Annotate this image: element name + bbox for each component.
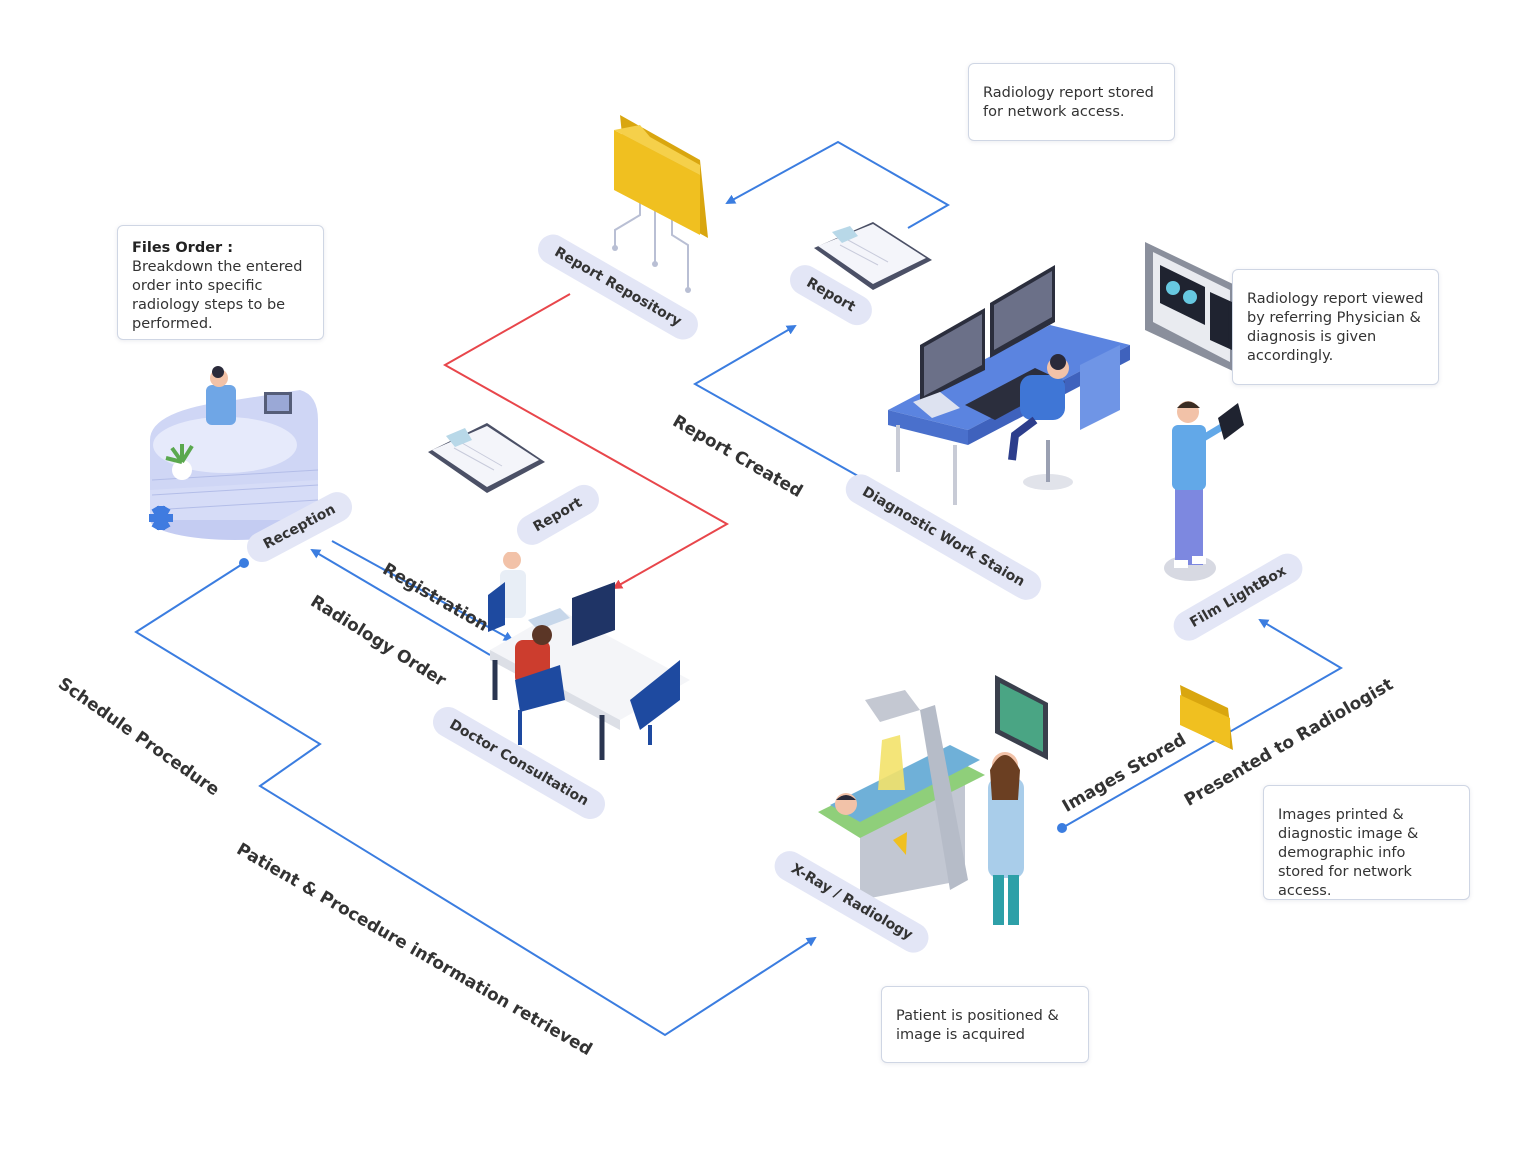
folder-icon xyxy=(1180,685,1233,750)
consultation-table-icon xyxy=(488,544,690,760)
doctor-icon xyxy=(1164,401,1244,581)
note-files-order-title: Files Order : xyxy=(132,240,234,256)
folder-icon xyxy=(612,115,708,293)
note-report-viewed: Radiology report viewed by referring Phy… xyxy=(1232,269,1439,385)
note-files-order: Files Order : Breakdown the entered orde… xyxy=(117,225,324,340)
note-patient-positioned: Patient is positioned & image is acquire… xyxy=(881,986,1089,1063)
diagram-canvas xyxy=(134,115,1343,1037)
note-files-order-body: Breakdown the entered order into specifi… xyxy=(132,259,303,332)
clipboard-icon xyxy=(428,423,545,493)
flow-line-report-storage xyxy=(725,140,951,229)
note-report-stored: Radiology report stored for network acce… xyxy=(968,63,1175,141)
workflow-diagram: Files Order : Breakdown the entered orde… xyxy=(0,0,1531,1166)
lightbox-icon xyxy=(1145,242,1235,372)
workstation-icon xyxy=(888,265,1130,505)
note-images-printed: Images printed & diagnostic image & demo… xyxy=(1263,785,1470,900)
